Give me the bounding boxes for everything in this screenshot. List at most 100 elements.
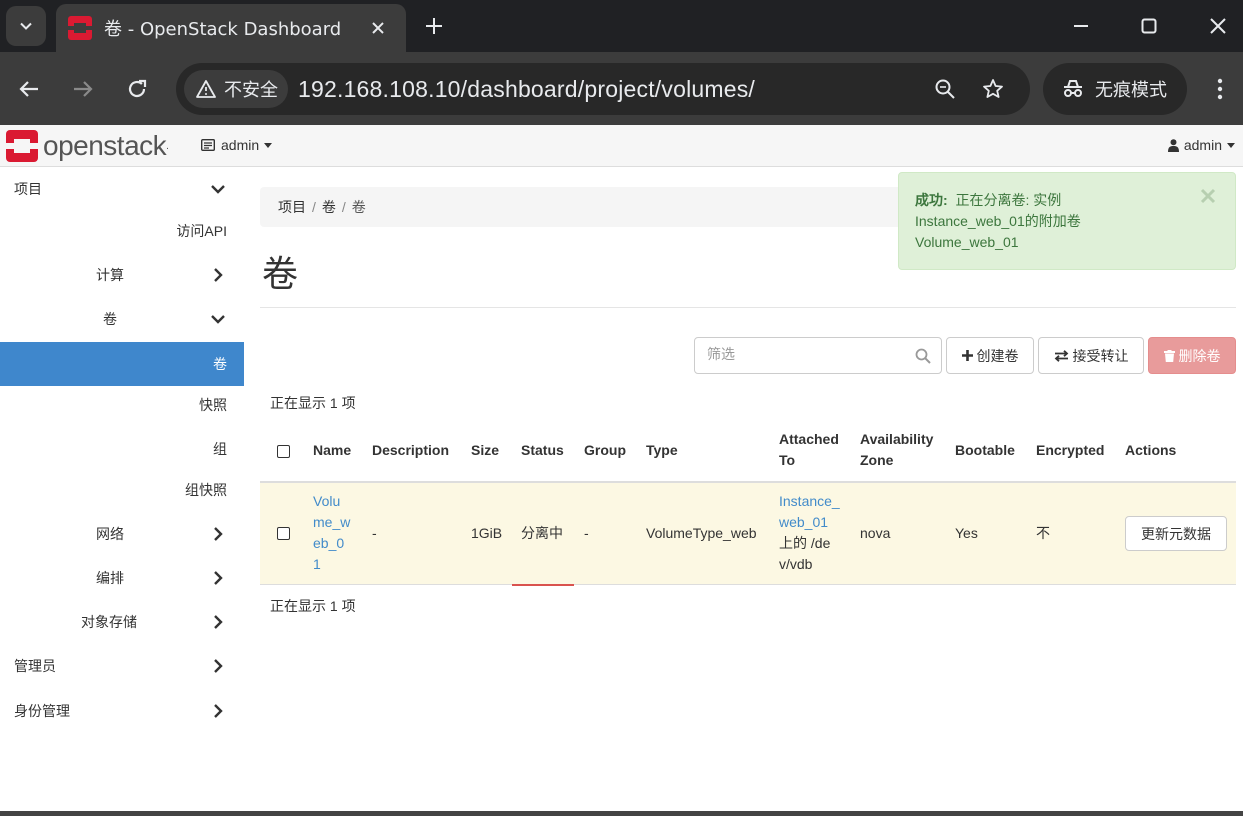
openstack-favicon-icon: [68, 16, 92, 40]
create-volume-button[interactable]: 创建卷: [946, 337, 1034, 374]
delete-volumes-label: 删除卷: [1178, 347, 1221, 364]
column-header-attached-to[interactable]: Attached To: [779, 429, 839, 471]
chevron-right-icon: [214, 571, 223, 585]
breadcrumb-separator: /: [341, 199, 346, 215]
arrow-right-icon: [74, 81, 93, 97]
column-header-group[interactable]: Group: [584, 440, 626, 461]
minimize-button[interactable]: [1067, 12, 1095, 40]
new-tab-button[interactable]: [420, 12, 448, 40]
accept-transfer-button[interactable]: 接受转让: [1038, 337, 1144, 374]
column-header-encrypted[interactable]: Encrypted: [1036, 440, 1104, 461]
item-count-footer: 正在显示 1 项: [270, 598, 356, 614]
user-menu[interactable]: admin: [1167, 137, 1235, 153]
chevron-right-icon: [214, 527, 223, 541]
tab-search-button[interactable]: [6, 6, 46, 46]
bookmark-button[interactable]: [980, 76, 1006, 102]
chevron-down-icon: [211, 185, 225, 194]
filter-input[interactable]: [707, 346, 907, 362]
filter-field: [694, 337, 942, 374]
back-button[interactable]: [14, 74, 44, 104]
zoom-button[interactable]: [932, 76, 958, 102]
column-header-description[interactable]: Description: [372, 440, 449, 461]
sidebar-item-label: 组快照: [185, 482, 227, 498]
page-title-divider: [260, 307, 1236, 308]
volume-name-line: Volu: [313, 493, 341, 509]
sidebar-item-label: 对象存储: [81, 614, 137, 630]
sidebar-item-project[interactable]: 项目: [0, 167, 244, 211]
sidebar-item-label: 计算: [96, 267, 124, 283]
maximize-icon: [1141, 18, 1157, 34]
incognito-icon: [1064, 80, 1082, 97]
breadcrumb-item[interactable]: 项目: [278, 197, 306, 217]
column-header-line: Zone: [860, 452, 894, 468]
column-header-line: To: [779, 452, 796, 468]
update-metadata-button[interactable]: 更新元数据: [1125, 516, 1227, 551]
sidebar-item-label: 快照: [199, 397, 227, 413]
column-header-status[interactable]: Status: [521, 440, 564, 461]
sidebar-item-label: 网络: [96, 526, 124, 542]
incognito-label: 无痕模式: [1095, 80, 1167, 101]
search-zoom-icon: [935, 79, 955, 99]
sidebar-item-admin[interactable]: 管理员: [0, 644, 244, 688]
volume-name-link[interactable]: Volu me_w eb_0 1: [313, 491, 350, 575]
reload-button[interactable]: [122, 74, 152, 104]
url-text[interactable]: 192.168.108.10/dashboard/project/volumes…: [298, 76, 755, 103]
column-header-bootable[interactable]: Bootable: [955, 440, 1015, 461]
trash-icon: [1163, 349, 1175, 362]
sidebar-item-label: 组: [213, 441, 227, 457]
close-icon[interactable]: [1199, 187, 1217, 205]
volume-bootable: Yes: [955, 525, 978, 541]
select-all-checkbox[interactable]: [277, 445, 290, 458]
column-header-size[interactable]: Size: [471, 440, 499, 461]
column-header-availability-zone[interactable]: Availability Zone: [860, 429, 933, 471]
row-checkbox[interactable]: [277, 527, 290, 540]
sidebar-item-orchestration[interactable]: 编排: [0, 556, 244, 600]
sidebar-item-snapshots[interactable]: 快照: [0, 383, 244, 427]
search-icon[interactable]: [915, 348, 931, 364]
sidebar-item-label: 卷: [103, 311, 117, 327]
browser-menu-button[interactable]: [1206, 74, 1234, 104]
sidebar-item-label: 项目: [14, 181, 42, 197]
sidebar-item-compute[interactable]: 计算: [0, 253, 244, 297]
close-icon: [1210, 18, 1226, 34]
breadcrumb-item[interactable]: 卷: [322, 197, 336, 217]
column-header-type[interactable]: Type: [646, 440, 678, 461]
tab-close-button[interactable]: [366, 16, 390, 40]
sidebar-item-api-access[interactable]: 访问API: [0, 209, 244, 253]
window-close-button[interactable]: [1204, 12, 1232, 40]
delete-volumes-button[interactable]: 删除卷: [1148, 337, 1236, 374]
sidebar-item-volumes-group[interactable]: 卷: [0, 297, 244, 341]
openstack-logo[interactable]: openstack.: [6, 130, 169, 162]
alert-message-line: Volume_web_01: [915, 234, 1019, 250]
incognito-indicator[interactable]: 无痕模式: [1043, 63, 1187, 115]
close-icon: [372, 22, 384, 34]
column-header-name[interactable]: Name: [313, 440, 351, 461]
maximize-button[interactable]: [1135, 12, 1163, 40]
sidebar-item-object-store[interactable]: 对象存储: [0, 600, 244, 644]
openstack-logo-text: openstack: [43, 130, 167, 161]
attachment-device-line: v/vdb: [779, 556, 813, 572]
success-alert: 成功: 正在分离卷: 实例 Instance_web_01的附加卷 Volume…: [898, 172, 1236, 270]
instance-link-line[interactable]: Instance_: [779, 491, 840, 512]
sidebar-item-groups[interactable]: 组: [0, 427, 244, 471]
instance-link-line[interactable]: web_01: [779, 512, 840, 533]
chevron-right-icon: [214, 704, 223, 718]
forward-button[interactable]: [68, 74, 98, 104]
volume-name-line: eb_0: [313, 535, 345, 551]
chevron-right-icon: [214, 268, 223, 282]
sidebar-item-group-snapshots[interactable]: 组快照: [0, 468, 244, 512]
site-info-chip[interactable]: 不安全: [184, 70, 288, 108]
volume-type: VolumeType_web: [646, 525, 757, 541]
browser-toolbar: 不安全 192.168.108.10/dashboard/project/vol…: [0, 52, 1243, 125]
browser-tab-active[interactable]: 卷 - OpenStack Dashboard: [56, 4, 406, 52]
sidebar-item-network[interactable]: 网络: [0, 512, 244, 556]
breadcrumb-item-current: 卷: [351, 199, 366, 215]
openstack-navbar: openstack. admin admin: [0, 125, 1243, 167]
column-header-line: Availability: [860, 431, 934, 447]
sidebar-item-volumes[interactable]: 卷: [0, 342, 244, 386]
project-switcher[interactable]: admin: [201, 137, 273, 153]
status-progress-indicator: [512, 584, 574, 586]
address-bar[interactable]: 不安全 192.168.108.10/dashboard/project/vol…: [176, 63, 1030, 115]
column-header-actions: Actions: [1125, 442, 1177, 458]
sidebar-item-identity[interactable]: 身份管理: [0, 689, 244, 733]
